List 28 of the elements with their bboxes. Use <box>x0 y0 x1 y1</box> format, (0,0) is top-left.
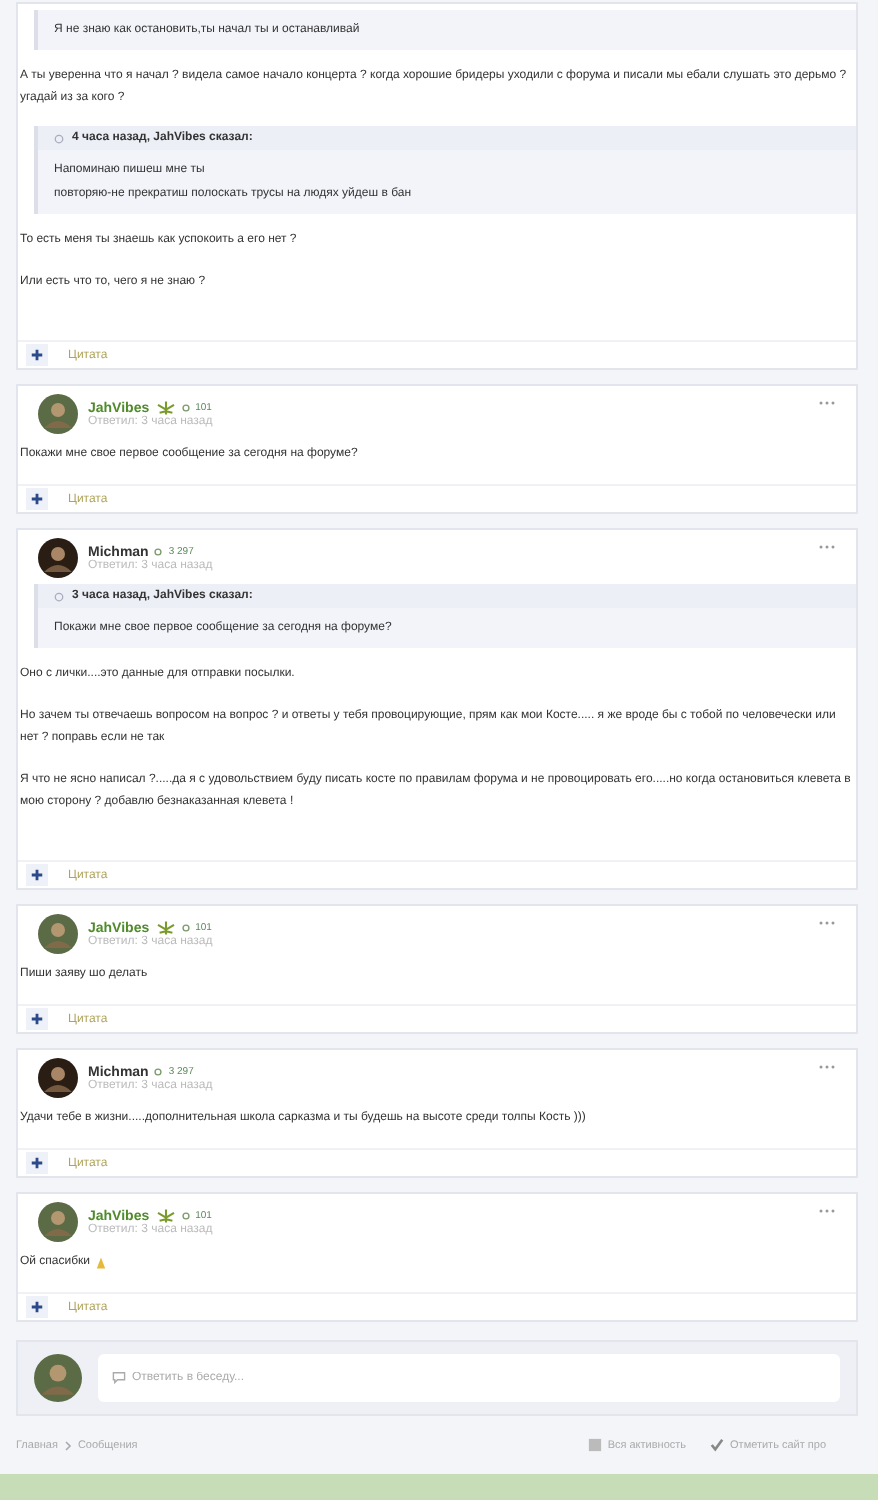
plus-icon <box>30 348 44 362</box>
more-icon[interactable] <box>818 544 836 550</box>
multiquote-button[interactable] <box>26 1296 48 1318</box>
more-icon[interactable] <box>818 920 836 926</box>
reputation-icon <box>181 924 190 932</box>
multiquote-button[interactable] <box>26 344 48 366</box>
multiquote-button[interactable] <box>26 1008 48 1030</box>
reputation-icon <box>181 404 190 412</box>
multiquote-button[interactable] <box>26 488 48 510</box>
quote-icon <box>54 591 64 601</box>
reputation-icon <box>154 1068 163 1076</box>
quote-icon <box>54 133 64 143</box>
plus-icon <box>30 492 44 506</box>
plus-icon <box>30 1156 44 1170</box>
reputation-icon <box>181 1212 190 1220</box>
chevron-icon <box>63 1439 72 1451</box>
plus-icon <box>30 1012 44 1026</box>
multiquote-button[interactable] <box>26 1152 48 1174</box>
reputation-icon <box>154 548 163 556</box>
activity-icon <box>587 1438 602 1452</box>
speech-bubble-icon <box>112 1370 126 1384</box>
plus-icon <box>30 868 44 882</box>
plus-icon <box>30 1300 44 1314</box>
check-icon <box>710 1438 725 1452</box>
more-icon[interactable] <box>818 400 836 406</box>
more-icon[interactable] <box>818 1208 836 1214</box>
multiquote-button[interactable] <box>26 864 48 886</box>
more-icon[interactable] <box>818 1064 836 1070</box>
